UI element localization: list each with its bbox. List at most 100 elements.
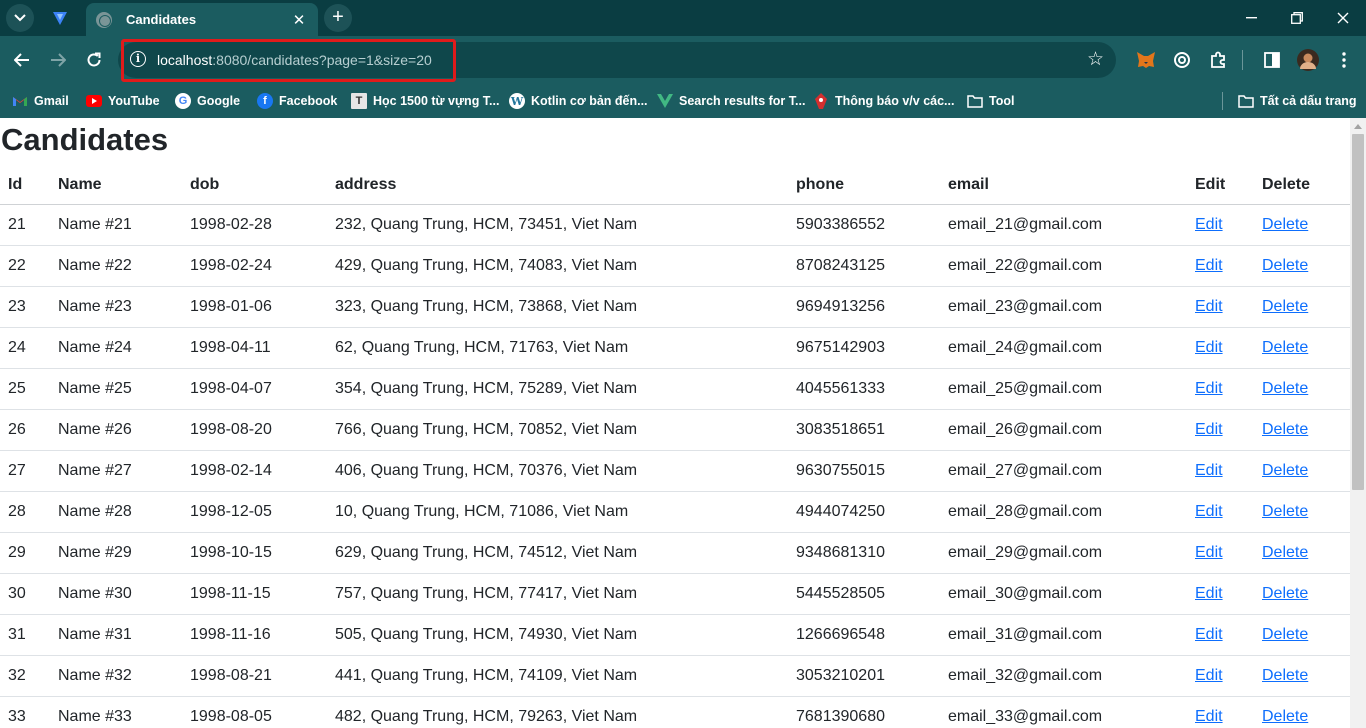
cell-phone: 3083518651 <box>788 409 940 451</box>
page-scrollbar[interactable] <box>1350 118 1366 728</box>
bookmark-folder-tool[interactable]: Tool <box>967 90 1014 112</box>
facebook-icon: f <box>257 93 273 109</box>
cell-edit: Edit <box>1187 368 1254 410</box>
edit-link[interactable]: Edit <box>1195 339 1223 356</box>
delete-link[interactable]: Delete <box>1262 298 1308 315</box>
bookmark-kotlin[interactable]: W Kotlin cơ bản đến... <box>509 90 648 112</box>
cell-dob: 1998-02-24 <box>182 245 327 287</box>
cell-email: email_30@gmail.com <box>940 573 1187 615</box>
reload-button[interactable] <box>80 46 108 74</box>
metamask-extension-icon[interactable] <box>1134 48 1158 72</box>
edit-link[interactable]: Edit <box>1195 462 1223 479</box>
address-bar[interactable]: i localhost:8080/candidates?page=1&size=… <box>118 42 1116 78</box>
cell-name: Name #28 <box>50 491 182 533</box>
cell-delete: Delete <box>1254 327 1350 369</box>
table-row: 28 Name #28 1998-12-05 10, Quang Trung, HCM… <box>0 491 1350 533</box>
page-content: Candidates Id Name dob address phone ema… <box>0 118 1350 728</box>
delete-link[interactable]: Delete <box>1262 503 1308 520</box>
bookmark-hoc-1500-tu-vung[interactable]: T Học 1500 từ vựng T... <box>351 90 499 112</box>
delete-link[interactable]: Delete <box>1262 421 1308 438</box>
delete-link[interactable]: Delete <box>1262 708 1308 725</box>
delete-link[interactable]: Delete <box>1262 462 1308 479</box>
bookmark-youtube[interactable]: YouTube <box>86 90 160 112</box>
cell-delete: Delete <box>1254 286 1350 328</box>
edit-link[interactable]: Edit <box>1195 503 1223 520</box>
more-menu-icon[interactable] <box>1332 48 1356 72</box>
edit-link[interactable]: Edit <box>1195 257 1223 274</box>
side-panel-icon[interactable] <box>1260 48 1284 72</box>
scrollbar-thumb[interactable] <box>1352 134 1364 490</box>
cell-edit: Edit <box>1187 573 1254 615</box>
edit-link[interactable]: Edit <box>1195 708 1223 725</box>
cell-address: 406, Quang Trung, HCM, 70376, Viet Nam <box>327 450 788 492</box>
edit-link[interactable]: Edit <box>1195 380 1223 397</box>
close-window-button[interactable] <box>1320 0 1366 36</box>
cell-phone: 9348681310 <box>788 532 940 574</box>
tab-search-button[interactable] <box>6 4 34 32</box>
edit-link[interactable]: Edit <box>1195 421 1223 438</box>
google-icon: G <box>175 93 191 109</box>
cell-delete: Delete <box>1254 409 1350 451</box>
edit-link[interactable]: Edit <box>1195 544 1223 561</box>
edit-link[interactable]: Edit <box>1195 216 1223 233</box>
restore-button[interactable] <box>1274 0 1320 36</box>
vpn-extension-icon[interactable] <box>48 6 72 30</box>
cell-address: 482, Quang Trung, HCM, 79263, Viet Nam <box>327 696 788 728</box>
cell-dob: 1998-04-07 <box>182 368 327 410</box>
site-info-icon[interactable]: i <box>130 51 146 67</box>
tab-candidates[interactable]: Candidates ✕ <box>86 3 318 36</box>
forward-button[interactable] <box>44 46 72 74</box>
bookmark-google[interactable]: G Google <box>175 90 240 112</box>
column-header-edit: Edit <box>1187 167 1254 205</box>
cell-edit: Edit <box>1187 245 1254 287</box>
bookmark-thong-bao[interactable]: Thông báo v/v các... <box>813 90 954 112</box>
extension-circle-icon[interactable] <box>1170 48 1194 72</box>
delete-link[interactable]: Delete <box>1262 544 1308 561</box>
delete-link[interactable]: Delete <box>1262 257 1308 274</box>
cell-email: email_28@gmail.com <box>940 491 1187 533</box>
delete-link[interactable]: Delete <box>1262 585 1308 602</box>
delete-link[interactable]: Delete <box>1262 667 1308 684</box>
delete-link[interactable]: Delete <box>1262 626 1308 643</box>
extensions-puzzle-icon[interactable] <box>1206 48 1230 72</box>
minimize-button[interactable] <box>1228 0 1274 36</box>
v-logo-icon <box>657 93 673 109</box>
column-header-email: email <box>940 167 1187 205</box>
table-row: 25 Name #25 1998-04-07 354, Quang Trung, HC… <box>0 368 1350 410</box>
bookmark-search-results[interactable]: Search results for T... <box>657 90 805 112</box>
scroll-up-arrow-icon[interactable] <box>1354 124 1362 129</box>
cell-email: email_32@gmail.com <box>940 655 1187 697</box>
delete-link[interactable]: Delete <box>1262 380 1308 397</box>
bookmark-star-icon[interactable]: ☆ <box>1087 48 1104 71</box>
cell-name: Name #31 <box>50 614 182 656</box>
cell-name: Name #30 <box>50 573 182 615</box>
bookmarks-divider <box>1222 92 1223 110</box>
cell-phone: 8708243125 <box>788 245 940 287</box>
bookmark-folder-all-bookmarks[interactable]: Tất cả dấu trang <box>1238 90 1357 112</box>
cell-email: email_26@gmail.com <box>940 409 1187 451</box>
table-row: 22 Name #22 1998-02-24 429, Quang Trung, HC… <box>0 245 1350 287</box>
back-button[interactable] <box>8 46 36 74</box>
cell-name: Name #27 <box>50 450 182 492</box>
cell-name: Name #22 <box>50 245 182 287</box>
cell-edit: Edit <box>1187 450 1254 492</box>
cell-phone: 4944074250 <box>788 491 940 533</box>
bookmark-gmail[interactable]: Gmail <box>12 90 69 112</box>
edit-link[interactable]: Edit <box>1195 585 1223 602</box>
url-text[interactable]: localhost:8080/candidates?page=1&size=20 <box>157 52 432 68</box>
edit-link[interactable]: Edit <box>1195 298 1223 315</box>
toolbar-divider <box>1242 50 1243 70</box>
cell-id: 28 <box>0 491 50 533</box>
edit-link[interactable]: Edit <box>1195 667 1223 684</box>
table-row: 26 Name #26 1998-08-20 766, Quang Trung, HC… <box>0 409 1350 451</box>
new-tab-button[interactable]: + <box>324 4 352 32</box>
delete-link[interactable]: Delete <box>1262 216 1308 233</box>
edit-link[interactable]: Edit <box>1195 626 1223 643</box>
tab-close-icon[interactable]: ✕ <box>290 11 308 29</box>
youtube-icon <box>86 93 102 109</box>
gmail-icon <box>12 93 28 109</box>
profile-avatar[interactable] <box>1296 48 1320 72</box>
folder-icon <box>967 93 983 109</box>
bookmark-facebook[interactable]: f Facebook <box>257 90 337 112</box>
delete-link[interactable]: Delete <box>1262 339 1308 356</box>
